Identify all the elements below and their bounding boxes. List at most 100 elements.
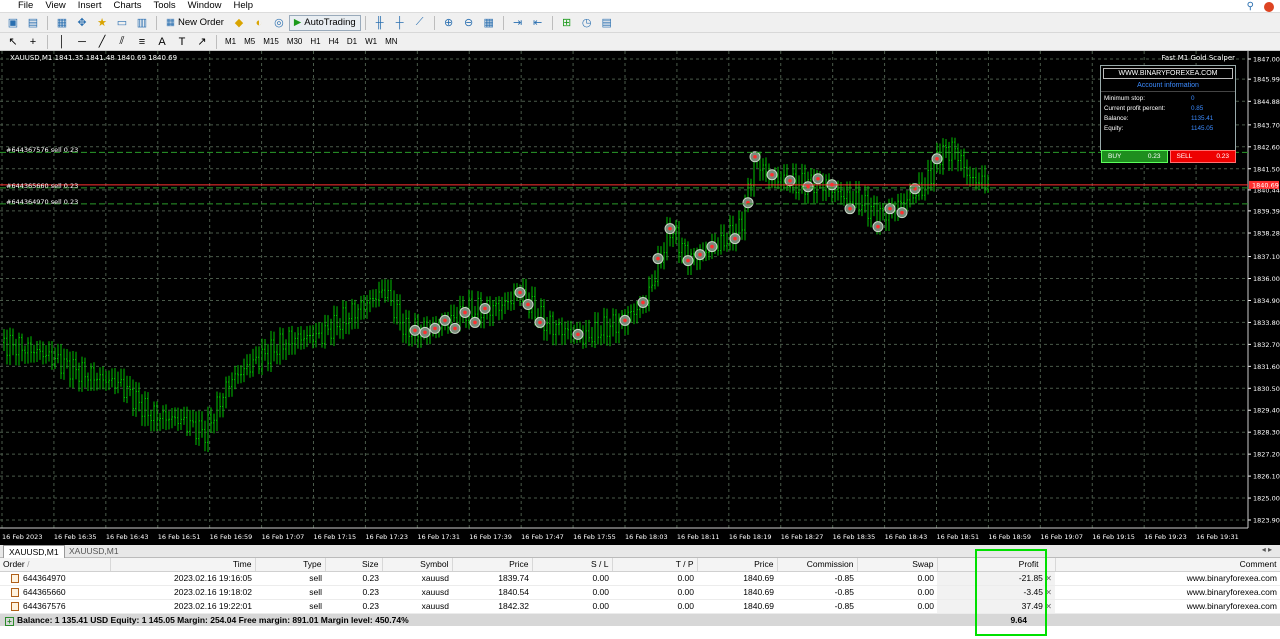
timeframe-m1[interactable]: M1 (221, 35, 240, 49)
expert-advisor-label: Fast M1 Gold Scalper (1161, 54, 1235, 62)
menu-view[interactable]: View (39, 0, 71, 12)
price-chart[interactable]: 1847.00 1845.99 1844.88 1843.70 1842.60 1841.… (0, 51, 1280, 545)
col-symbol[interactable]: Symbol (382, 558, 453, 572)
buy-button[interactable]: BUY 0.23 (1101, 150, 1168, 163)
auto-scroll-icon[interactable]: ⇥ (510, 15, 526, 31)
strategy-tester-icon[interactable]: ▥ (134, 15, 150, 31)
tab-xauusd-m1[interactable]: XAUUSD,M1 (3, 545, 65, 558)
close-order-icon[interactable]: ✕ (1045, 602, 1052, 611)
col-time[interactable]: Time (110, 558, 256, 572)
trade-marker-dot (816, 176, 820, 181)
commission-cell: -0.85 (777, 599, 857, 614)
menu-bar: File View Insert Charts Tools Window Hel… (0, 0, 1280, 13)
col-profit[interactable]: Profit (937, 558, 1056, 572)
new-order-button[interactable]: ▦ New Order (161, 15, 229, 31)
text-label-icon[interactable]: T (174, 34, 190, 50)
sell-button[interactable]: SELL 0.23 (1169, 150, 1236, 163)
col-size[interactable]: Size (325, 558, 383, 572)
price-tick-label: 1842.60 (1253, 143, 1280, 151)
zoom-in-icon[interactable]: ⊕ (441, 15, 457, 31)
cursor-icon[interactable]: ↖ (5, 34, 21, 50)
price-cell: 1839.74 (452, 571, 532, 586)
fibonacci-icon[interactable]: ≡ (134, 34, 150, 50)
type-cell: sell (255, 599, 325, 614)
col-current-price[interactable]: Price (697, 558, 778, 572)
timeframe-mn[interactable]: MN (381, 35, 401, 49)
sell-label: SELL (1176, 153, 1193, 160)
indicators-icon[interactable]: ⊞ (559, 15, 575, 31)
tab-xauusd-m1-2[interactable]: XAUUSD,M1 (64, 545, 124, 558)
market-watch-icon[interactable]: ▦ (54, 15, 70, 31)
menu-file[interactable]: File (0, 0, 39, 12)
zoom-out-icon[interactable]: ⊖ (461, 15, 477, 31)
channel-icon[interactable]: ⫽ (114, 34, 130, 50)
close-order-icon[interactable]: ✕ (1045, 574, 1052, 583)
col-comment[interactable]: Comment (1055, 558, 1280, 572)
signals-icon[interactable]: ◎ (271, 15, 287, 31)
col-tp[interactable]: T / P (612, 558, 698, 572)
chart-shift-icon[interactable]: ⇤ (530, 15, 546, 31)
options-icon[interactable]: ◐ (251, 15, 267, 31)
templates-icon[interactable]: ▤ (599, 15, 615, 31)
timeframe-w1[interactable]: W1 (361, 35, 381, 49)
menu-charts[interactable]: Charts (108, 0, 148, 12)
close-order-icon[interactable]: ✕ (1045, 588, 1052, 597)
current-price-cell: 1840.69 (697, 571, 777, 586)
menu-tools[interactable]: Tools (147, 0, 181, 12)
bar-chart-icon[interactable]: ╫ (372, 15, 388, 31)
timeframe-h1[interactable]: H1 (306, 35, 324, 49)
menu-help[interactable]: Help (227, 0, 259, 12)
crosshair-icon[interactable]: + (25, 34, 41, 50)
timeframe-m30[interactable]: M30 (283, 35, 307, 49)
navigator-icon[interactable]: ★ (94, 15, 110, 31)
time-tick-label: 16 Feb 18:35 (833, 533, 876, 541)
symbol-cell: xauusd (382, 599, 452, 614)
comment-cell: www.binaryforexea.com (1055, 585, 1280, 600)
trade-marker-dot (935, 156, 939, 161)
col-order[interactable]: Order / (0, 558, 111, 572)
timeframe-h4[interactable]: H4 (325, 35, 343, 49)
search-icon[interactable]: ⚲ (1247, 1, 1254, 12)
time-tick-label: 16 Feb 19:23 (1144, 533, 1187, 541)
timeframe-m15[interactable]: M15 (259, 35, 283, 49)
metaeditor-icon[interactable]: ◆ (231, 15, 247, 31)
order-cell: 644364970 (0, 571, 110, 586)
trendline-icon[interactable]: ╱ (94, 34, 110, 50)
community-icon[interactable] (1264, 1, 1274, 12)
col-type[interactable]: Type (255, 558, 326, 572)
timeframe-m5[interactable]: M5 (240, 35, 259, 49)
text-icon[interactable]: A (154, 34, 170, 50)
tab-scroll-arrows[interactable]: ◂ ▸ (1262, 545, 1272, 554)
size-cell: 0.23 (325, 599, 382, 614)
price-tick-label: 1833.80 (1253, 319, 1280, 327)
current-price-cell: 1840.69 (697, 585, 777, 600)
profiles-icon[interactable]: ▤ (25, 15, 41, 31)
time-tick-label: 16 Feb 18:27 (781, 533, 824, 541)
menu-window[interactable]: Window (182, 0, 228, 12)
col-sl[interactable]: S / L (532, 558, 613, 572)
candlestick-icon[interactable]: ┼ (392, 15, 408, 31)
comment-cell: www.binaryforexea.com (1055, 571, 1280, 586)
data-window-icon[interactable]: ✥ (74, 15, 90, 31)
col-swap[interactable]: Swap (857, 558, 938, 572)
arrows-icon[interactable]: ↗ (194, 34, 210, 50)
new-chart-icon[interactable]: ▣ (5, 15, 21, 31)
expand-icon[interactable]: + (5, 616, 14, 626)
menu-insert[interactable]: Insert (72, 0, 108, 12)
autotrading-button[interactable]: ▶ AutoTrading (288, 14, 361, 31)
table-row[interactable]: 644367576 2023.02.16 19:22:01 sell 0.23 … (0, 599, 1280, 614)
total-profit: 9.64 (937, 613, 1055, 626)
line-chart-icon[interactable]: ⟋ (412, 15, 428, 31)
terminal-icon[interactable]: ▭ (114, 15, 130, 31)
table-row[interactable]: 644365660 2023.02.16 19:18:02 sell 0.23 … (0, 585, 1280, 600)
periods-icon[interactable]: ◷ (579, 15, 595, 31)
vertical-line-icon[interactable]: │ (54, 34, 70, 50)
table-row[interactable]: 644364970 2023.02.16 19:16:05 sell 0.23 … (0, 571, 1280, 586)
trade-marker-dot (876, 224, 880, 229)
col-commission[interactable]: Commission (777, 558, 858, 572)
col-price[interactable]: Price (452, 558, 533, 572)
tile-windows-icon[interactable]: ▦ (481, 15, 497, 31)
horizontal-line-icon[interactable]: ─ (74, 34, 90, 50)
timeframe-d1[interactable]: D1 (343, 35, 361, 49)
chart-canvas[interactable]: 1847.00 1845.99 1844.88 1843.70 1842.60 1841.… (0, 51, 1280, 545)
